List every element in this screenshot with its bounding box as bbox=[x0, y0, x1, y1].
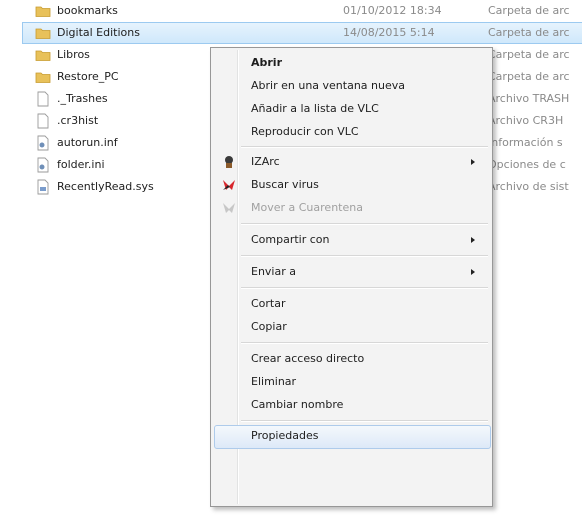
file-type: Opciones de c bbox=[488, 158, 566, 171]
menu-item-label: Copiar bbox=[251, 320, 287, 333]
folder-icon bbox=[35, 72, 51, 83]
submenu-arrow-icon bbox=[471, 159, 475, 165]
submenu-arrow-icon bbox=[471, 269, 475, 275]
menu-item-label: Reproducir con VLC bbox=[251, 125, 359, 138]
menu-item-label: Eliminar bbox=[251, 375, 297, 388]
menu-item-rename[interactable]: Cambiar nombre bbox=[214, 394, 489, 416]
menu-item-label: Abrir bbox=[251, 56, 283, 69]
menu-item-label: IZArc bbox=[251, 155, 280, 168]
antivirus-icon bbox=[223, 180, 235, 190]
submenu-arrow-icon bbox=[471, 237, 475, 243]
file-row-selected[interactable]: Digital Editions 14/08/2015 5:14 Carpeta… bbox=[22, 22, 582, 44]
file-type: Archivo CR3H bbox=[488, 114, 564, 127]
file-name: autorun.inf bbox=[57, 136, 118, 149]
menu-separator bbox=[241, 287, 488, 289]
file-name: RecentlyRead.sys bbox=[57, 180, 154, 193]
file-type: Archivo TRASH bbox=[488, 92, 570, 105]
folder-icon bbox=[35, 6, 51, 17]
menu-separator bbox=[241, 146, 488, 148]
file-row[interactable]: bookmarks 01/10/2012 18:34 Carpeta de ar… bbox=[28, 0, 582, 22]
menu-item-scan-virus[interactable]: Buscar virus bbox=[214, 174, 489, 196]
menu-item-label: Enviar a bbox=[251, 265, 296, 278]
menu-separator bbox=[241, 342, 488, 344]
file-type: Información s bbox=[488, 136, 563, 149]
menu-item-open[interactable]: Abrir bbox=[214, 52, 489, 74]
menu-item-label: Cortar bbox=[251, 297, 286, 310]
folder-icon bbox=[35, 50, 51, 61]
menu-item-delete[interactable]: Eliminar bbox=[214, 371, 489, 393]
menu-item-label: Compartir con bbox=[251, 233, 330, 246]
menu-separator bbox=[241, 255, 488, 257]
menu-item-label: Crear acceso directo bbox=[251, 352, 365, 365]
settings-file-icon bbox=[37, 135, 49, 151]
context-menu: Abrir Abrir en una ventana nueva Añadir … bbox=[210, 47, 493, 507]
menu-item-cut[interactable]: Cortar bbox=[214, 293, 489, 315]
menu-item-label: Buscar virus bbox=[251, 178, 319, 191]
menu-item-label: Mover a Cuarentena bbox=[251, 201, 363, 214]
file-name: ._Trashes bbox=[57, 92, 108, 105]
file-name: folder.ini bbox=[57, 158, 105, 171]
file-type: Carpeta de arc bbox=[488, 4, 570, 17]
settings-file-icon bbox=[37, 157, 49, 173]
menu-item-label: Abrir en una ventana nueva bbox=[251, 79, 405, 92]
menu-item-izarc[interactable]: IZArc bbox=[214, 151, 489, 173]
menu-item-label: Propiedades bbox=[251, 429, 319, 442]
menu-item-create-shortcut[interactable]: Crear acceso directo bbox=[214, 348, 489, 370]
menu-item-properties[interactable]: Propiedades bbox=[214, 425, 491, 449]
menu-item-move-quarantine[interactable]: Mover a Cuarentena bbox=[214, 197, 489, 219]
menu-item-add-to-vlc-playlist[interactable]: Añadir a la lista de VLC bbox=[214, 98, 489, 120]
file-name: Libros bbox=[57, 48, 90, 61]
izarc-icon bbox=[225, 156, 233, 168]
file-date: 01/10/2012 18:34 bbox=[343, 4, 442, 17]
file-type: Carpeta de arc bbox=[488, 70, 570, 83]
menu-item-label: Añadir a la lista de VLC bbox=[251, 102, 379, 115]
menu-item-share-with[interactable]: Compartir con bbox=[214, 229, 489, 251]
file-icon bbox=[37, 91, 49, 107]
file-type: Carpeta de arc bbox=[488, 26, 570, 39]
menu-item-label: Cambiar nombre bbox=[251, 398, 344, 411]
file-name: Digital Editions bbox=[57, 26, 140, 39]
menu-item-open-new-window[interactable]: Abrir en una ventana nueva bbox=[214, 75, 489, 97]
menu-item-send-to[interactable]: Enviar a bbox=[214, 261, 489, 283]
menu-item-copy[interactable]: Copiar bbox=[214, 316, 489, 338]
menu-separator bbox=[241, 223, 488, 225]
file-icon bbox=[37, 113, 49, 129]
file-name: .cr3hist bbox=[57, 114, 99, 127]
menu-separator bbox=[241, 420, 488, 422]
file-name: bookmarks bbox=[57, 4, 118, 17]
system-file-icon bbox=[37, 179, 49, 195]
quarantine-icon bbox=[223, 203, 235, 213]
file-type: Carpeta de arc bbox=[488, 48, 570, 61]
folder-icon bbox=[35, 28, 51, 39]
file-name: Restore_PC bbox=[57, 70, 119, 83]
file-date: 14/08/2015 5:14 bbox=[343, 26, 435, 39]
file-type: Archivo de sist bbox=[488, 180, 569, 193]
menu-item-play-with-vlc[interactable]: Reproducir con VLC bbox=[214, 121, 489, 143]
